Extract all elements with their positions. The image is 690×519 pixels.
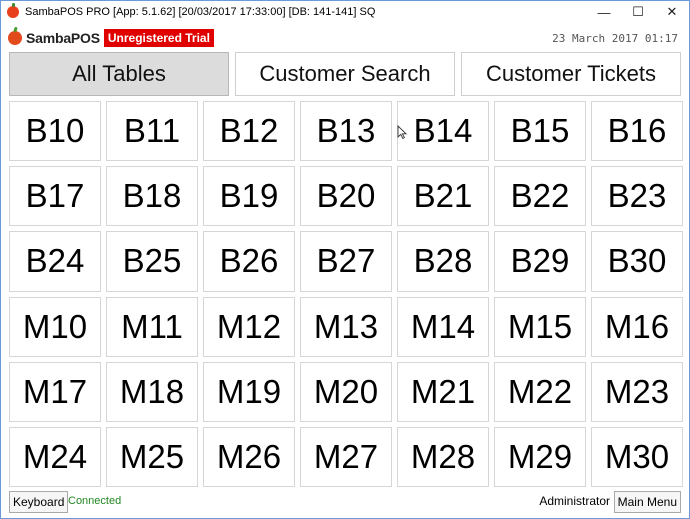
keyboard-button[interactable]: Keyboard <box>9 491 69 513</box>
table-button-b25[interactable]: B25 <box>106 231 198 292</box>
table-button-m14[interactable]: M14 <box>397 296 489 357</box>
status-bar: Keyboard Connected Administrator Main Me… <box>1 490 689 518</box>
table-button-m13[interactable]: M13 <box>300 296 392 357</box>
table-button-m28[interactable]: M28 <box>397 426 489 487</box>
table-button-b12[interactable]: B12 <box>203 101 295 162</box>
title-bar: SambaPOS PRO [App: 5.1.62] [20/03/2017 1… <box>1 1 689 23</box>
minimize-button[interactable]: — <box>587 1 621 23</box>
table-button-b24[interactable]: B24 <box>9 231 101 292</box>
table-button-b17[interactable]: B17 <box>9 166 101 227</box>
table-button-b23[interactable]: B23 <box>591 166 683 227</box>
sambapos-app-icon <box>7 3 19 18</box>
table-button-b22[interactable]: B22 <box>494 166 586 227</box>
table-button-m19[interactable]: M19 <box>203 361 295 422</box>
logo-text: SambaPOS <box>26 30 100 46</box>
table-button-m23[interactable]: M23 <box>591 361 683 422</box>
tab-all-tables[interactable]: All Tables <box>9 52 229 96</box>
table-button-b11[interactable]: B11 <box>106 101 198 162</box>
table-button-b14[interactable]: B14 <box>397 101 489 162</box>
table-button-m12[interactable]: M12 <box>203 296 295 357</box>
window-title: SambaPOS PRO [App: 5.1.62] [20/03/2017 1… <box>25 6 376 18</box>
main-menu-button[interactable]: Main Menu <box>613 491 681 513</box>
table-button-m26[interactable]: M26 <box>203 426 295 487</box>
maximize-button[interactable]: ☐ <box>621 1 655 23</box>
table-button-m25[interactable]: M25 <box>106 426 198 487</box>
table-button-m22[interactable]: M22 <box>494 361 586 422</box>
table-button-m18[interactable]: M18 <box>106 361 198 422</box>
table-button-m16[interactable]: M16 <box>591 296 683 357</box>
table-button-m27[interactable]: M27 <box>300 426 392 487</box>
table-button-m15[interactable]: M15 <box>494 296 586 357</box>
tab-customer-search[interactable]: Customer Search <box>235 52 455 96</box>
logo: SambaPOS Unregistered Trial <box>8 29 214 47</box>
table-button-b29[interactable]: B29 <box>494 231 586 292</box>
mouse-cursor-icon <box>397 125 407 139</box>
table-button-b19[interactable]: B19 <box>203 166 295 227</box>
close-button[interactable]: ✕ <box>655 1 689 23</box>
trial-badge: Unregistered Trial <box>103 29 214 47</box>
table-button-b13[interactable]: B13 <box>300 101 392 162</box>
app-header: SambaPOS Unregistered Trial 23 March 201… <box>1 23 689 51</box>
table-button-b10[interactable]: B10 <box>9 101 101 162</box>
table-button-m30[interactable]: M30 <box>591 426 683 487</box>
clock: 23 March 2017 01:17 <box>552 32 678 45</box>
app-window: SambaPOS PRO [App: 5.1.62] [20/03/2017 1… <box>0 0 690 519</box>
connection-status: Connected <box>68 495 122 507</box>
tab-customer-tickets[interactable]: Customer Tickets <box>461 52 681 96</box>
table-button-m29[interactable]: M29 <box>494 426 586 487</box>
table-button-b30[interactable]: B30 <box>591 231 683 292</box>
table-grid: B10 B11 B12 B13 B14 B15 B16 B17 B18 B19 B20 B21 B22 B… <box>9 101 683 487</box>
table-button-b21[interactable]: B21 <box>397 166 489 227</box>
window-controls: — ☐ ✕ <box>587 1 689 23</box>
table-button-m24[interactable]: M24 <box>9 426 101 487</box>
table-button-m21[interactable]: M21 <box>397 361 489 422</box>
table-button-m10[interactable]: M10 <box>9 296 101 357</box>
entity-screen-tabs: All Tables Customer Search Customer Tick… <box>9 52 681 96</box>
tomato-logo-icon <box>8 31 22 45</box>
table-button-b15[interactable]: B15 <box>494 101 586 162</box>
table-button-m17[interactable]: M17 <box>9 361 101 422</box>
table-button-b27[interactable]: B27 <box>300 231 392 292</box>
table-button-b16[interactable]: B16 <box>591 101 683 162</box>
table-button-b28[interactable]: B28 <box>397 231 489 292</box>
table-button-m20[interactable]: M20 <box>300 361 392 422</box>
table-button-b26[interactable]: B26 <box>203 231 295 292</box>
logged-in-user: Administrator <box>539 494 610 508</box>
table-button-b18[interactable]: B18 <box>106 166 198 227</box>
table-button-b20[interactable]: B20 <box>300 166 392 227</box>
table-button-m11[interactable]: M11 <box>106 296 198 357</box>
